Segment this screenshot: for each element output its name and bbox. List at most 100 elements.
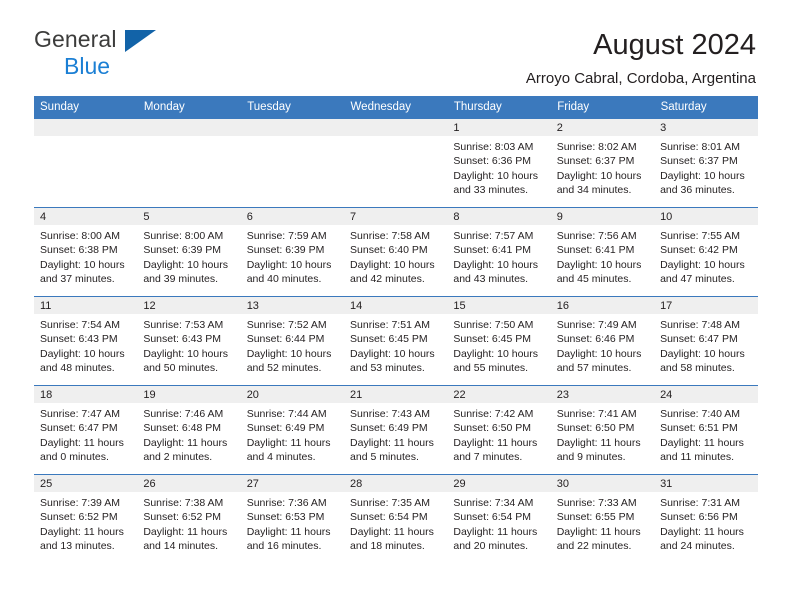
sunset-text: Sunset: 6:50 PM [453, 422, 532, 435]
daylight-text-line1: Daylight: 11 hours [453, 436, 538, 449]
calendar-day-cell[interactable]: 19 Sunrise: 7:46 AM Sunset: 6:48 PM Dayligh… [137, 385, 241, 475]
calendar-day-cell[interactable]: 7 Sunrise: 7:58 AM Sunset: 6:40 PM Daylight… [344, 207, 448, 297]
daylight-text-line1: Daylight: 10 hours [143, 258, 228, 271]
sunrise-text: Sunrise: 7:40 AM [660, 408, 741, 420]
day-number: 10 [654, 208, 758, 225]
sunrise-text: Sunrise: 7:38 AM [143, 497, 224, 509]
daylight-text-line2: and 24 minutes. [660, 540, 735, 553]
calendar-week-row: 18 Sunrise: 7:47 AM Sunset: 6:47 PM Dayligh… [34, 385, 758, 475]
calendar-day-cell[interactable]: 31 Sunrise: 7:31 AM Sunset: 6:56 PM Dayligh… [654, 474, 758, 564]
sunset-text: Sunset: 6:38 PM [40, 244, 118, 257]
daylight-text-line1: Daylight: 10 hours [556, 169, 642, 182]
calendar-day-cell[interactable]: 17 Sunrise: 7:48 AM Sunset: 6:47 PM Dayligh… [654, 296, 758, 386]
daylight-text-line2: and 43 minutes. [453, 273, 529, 286]
sunset-text: Sunset: 6:43 PM [40, 333, 118, 346]
calendar-day-cell[interactable]: 24 Sunrise: 7:40 AM Sunset: 6:51 PM Dayligh… [654, 385, 758, 475]
day-info: Sunrise: 7:53 AM Sunset: 6:43 PM Daylight:… [137, 314, 240, 376]
sunrise-text: Sunrise: 7:51 AM [350, 319, 430, 331]
daylight-text-line1: Daylight: 10 hours [40, 347, 125, 360]
calendar-day-cell[interactable]: 28 Sunrise: 7:35 AM Sunset: 6:54 PM Dayligh… [344, 474, 448, 564]
day-number: 21 [344, 386, 448, 403]
triangle-logo-icon [125, 30, 156, 52]
day-info: Sunrise: 7:56 AM Sunset: 6:41 PM Daylight:… [551, 225, 654, 287]
daylight-text-line2: and 58 minutes. [660, 362, 735, 375]
daylight-text-line1: Daylight: 10 hours [660, 258, 745, 271]
calendar-day-cell[interactable]: 18 Sunrise: 7:47 AM Sunset: 6:47 PM Dayligh… [34, 385, 138, 475]
day-number: 8 [447, 208, 551, 225]
daylight-text-line2: and 16 minutes. [246, 540, 322, 553]
sunrise-text: Sunrise: 7:50 AM [453, 319, 534, 331]
day-info: Sunrise: 7:42 AM Sunset: 6:50 PM Daylight:… [447, 403, 550, 465]
day-number: 1 [447, 119, 551, 136]
day-number: 20 [240, 386, 345, 403]
calendar-day-cell[interactable]: 22 Sunrise: 7:42 AM Sunset: 6:50 PM Dayligh… [447, 385, 551, 475]
daylight-text-line2: and 5 minutes. [350, 451, 419, 464]
day-info: Sunrise: 7:50 AM Sunset: 6:45 PM Daylight:… [447, 314, 550, 376]
sunrise-text: Sunrise: 7:56 AM [556, 230, 637, 242]
calendar-day-cell[interactable]: 23 Sunrise: 7:41 AM Sunset: 6:50 PM Dayligh… [550, 385, 655, 475]
calendar-day-cell[interactable]: 21 Sunrise: 7:43 AM Sunset: 6:49 PM Dayligh… [344, 385, 448, 475]
day-info: Sunrise: 7:40 AM Sunset: 6:51 PM Daylight:… [654, 403, 757, 465]
daylight-text-line2: and 20 minutes. [453, 540, 529, 553]
calendar-day-cell[interactable]: 12 Sunrise: 7:53 AM Sunset: 6:43 PM Dayligh… [137, 296, 241, 386]
calendar-day-cell[interactable]: 6 Sunrise: 7:59 AM Sunset: 6:39 PM Daylight… [240, 207, 345, 297]
calendar-day-cell[interactable]: 10 Sunrise: 7:55 AM Sunset: 6:42 PM Dayligh… [654, 207, 758, 297]
daylight-text-line1: Daylight: 10 hours [350, 258, 435, 271]
calendar-day-cell[interactable]: 15 Sunrise: 7:50 AM Sunset: 6:45 PM Dayligh… [447, 296, 551, 386]
day-info: Sunrise: 7:38 AM Sunset: 6:52 PM Daylight:… [137, 492, 240, 554]
daylight-text-line2: and 14 minutes. [143, 540, 219, 553]
calendar-day-cell[interactable]: 16 Sunrise: 7:49 AM Sunset: 6:46 PM Dayligh… [550, 296, 655, 386]
calendar-day-cell[interactable]: 27 Sunrise: 7:36 AM Sunset: 6:53 PM Dayligh… [240, 474, 345, 564]
daylight-text-line2: and 4 minutes. [246, 451, 316, 464]
day-info: Sunrise: 7:33 AM Sunset: 6:55 PM Daylight:… [551, 492, 654, 554]
daylight-text-line1: Daylight: 11 hours [556, 436, 641, 449]
calendar-day-cell[interactable]: 30 Sunrise: 7:33 AM Sunset: 6:55 PM Dayligh… [550, 474, 655, 564]
calendar-day-cell[interactable]: 20 Sunrise: 7:44 AM Sunset: 6:49 PM Dayligh… [240, 385, 345, 475]
calendar-day-cell[interactable]: 29 Sunrise: 7:34 AM Sunset: 6:54 PM Dayligh… [447, 474, 551, 564]
sunset-text: Sunset: 6:53 PM [246, 511, 325, 524]
sunrise-text: Sunrise: 7:33 AM [556, 497, 637, 509]
sunrise-text: Sunrise: 7:47 AM [40, 408, 120, 420]
calendar-day-cell[interactable]: 8 Sunrise: 7:57 AM Sunset: 6:41 PM Daylight… [447, 207, 551, 297]
daylight-text-line1: Daylight: 10 hours [660, 169, 745, 182]
calendar-day-cell[interactable]: 2 Sunrise: 8:02 AM Sunset: 6:37 PM Daylight… [550, 118, 655, 208]
daylight-text-line2: and 40 minutes. [246, 273, 322, 286]
daylight-text-line2: and 7 minutes. [453, 451, 523, 464]
daylight-text-line2: and 9 minutes. [556, 451, 626, 464]
daylight-text-line1: Daylight: 11 hours [350, 436, 434, 449]
daylight-text-line2: and 57 minutes. [556, 362, 632, 375]
calendar-day-cell[interactable]: 4 Sunrise: 8:00 AM Sunset: 6:38 PM Daylight… [34, 207, 138, 297]
sunset-text: Sunset: 6:49 PM [350, 422, 428, 435]
daylight-text-line1: Daylight: 11 hours [40, 525, 124, 538]
calendar-day-cell[interactable]: 1 Sunrise: 8:03 AM Sunset: 6:36 PM Daylight… [447, 118, 551, 208]
sunrise-text: Sunrise: 8:02 AM [556, 141, 637, 153]
day-info: Sunrise: 7:51 AM Sunset: 6:45 PM Daylight:… [344, 314, 447, 376]
calendar-day-cell[interactable]: 14 Sunrise: 7:51 AM Sunset: 6:45 PM Dayligh… [344, 296, 448, 386]
calendar-day-cell[interactable]: 26 Sunrise: 7:38 AM Sunset: 6:52 PM Dayligh… [137, 474, 241, 564]
sunrise-text: Sunrise: 7:52 AM [246, 319, 327, 331]
daylight-text-line2: and 37 minutes. [40, 273, 115, 286]
sunset-text: Sunset: 6:49 PM [246, 422, 325, 435]
daylight-text-line1: Daylight: 10 hours [40, 258, 125, 271]
calendar-day-cell[interactable]: 3 Sunrise: 8:01 AM Sunset: 6:37 PM Daylight… [654, 118, 758, 208]
daylight-text-line1: Daylight: 11 hours [556, 525, 641, 538]
day-number: 25 [34, 475, 138, 492]
calendar-day-cell[interactable]: 9 Sunrise: 7:56 AM Sunset: 6:41 PM Daylight… [550, 207, 655, 297]
daylight-text-line2: and 22 minutes. [556, 540, 632, 553]
daylight-text-line2: and 39 minutes. [143, 273, 219, 286]
daylight-text-line1: Daylight: 10 hours [556, 258, 642, 271]
calendar-day-cell[interactable]: 25 Sunrise: 7:39 AM Sunset: 6:52 PM Dayligh… [34, 474, 138, 564]
daylight-text-line2: and 33 minutes. [453, 184, 529, 197]
day-info: Sunrise: 7:44 AM Sunset: 6:49 PM Daylight:… [241, 403, 344, 465]
calendar-day-cell[interactable]: 13 Sunrise: 7:52 AM Sunset: 6:44 PM Dayligh… [240, 296, 345, 386]
sunset-text: Sunset: 6:54 PM [350, 511, 428, 524]
daylight-text-line1: Daylight: 11 hours [660, 436, 744, 449]
daylight-text-line2: and 55 minutes. [453, 362, 529, 375]
calendar-day-cell[interactable]: 11 Sunrise: 7:54 AM Sunset: 6:43 PM Dayligh… [34, 296, 138, 386]
sunset-text: Sunset: 6:39 PM [143, 244, 221, 257]
calendar-day-cell[interactable]: 5 Sunrise: 8:00 AM Sunset: 6:39 PM Daylight… [137, 207, 241, 297]
calendar-body: 1 Sunrise: 8:03 AM Sunset: 6:36 PM Daylight… [34, 118, 758, 564]
sunset-text: Sunset: 6:43 PM [143, 333, 221, 346]
calendar-cell-empty [137, 118, 241, 208]
daylight-text-line2: and 45 minutes. [556, 273, 632, 286]
